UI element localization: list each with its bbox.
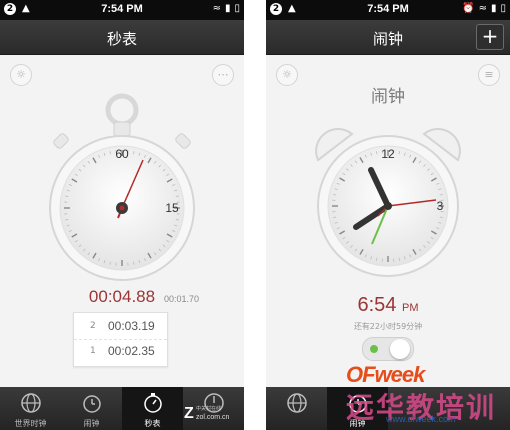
alarm-time-value: 6:54 bbox=[357, 294, 397, 316]
lap-time: 00:03.19 bbox=[108, 319, 155, 333]
stopwatch-hub-center bbox=[119, 205, 125, 211]
sd-card-icon: ▮ bbox=[224, 3, 231, 14]
tab-label: 秒表 bbox=[144, 419, 161, 428]
stopwatch-ring bbox=[105, 93, 139, 127]
stopwatch-main-time: 00:04.88 bbox=[88, 287, 156, 306]
wifi-icon: ≈ bbox=[212, 3, 221, 14]
lap-time: 00:02.35 bbox=[108, 344, 155, 358]
title-bar: 闹钟 + bbox=[266, 20, 510, 55]
status-bar: 2 ▲ 7:54 PM ≈ ▮ ▯ bbox=[0, 0, 244, 20]
gear-icon[interactable]: ☼ bbox=[10, 64, 32, 86]
list-item: 2 00:03.19 bbox=[74, 315, 167, 340]
title-bar: 秒表 bbox=[0, 20, 244, 55]
page-title: 闹钟 bbox=[372, 30, 403, 48]
add-alarm-button[interactable]: + bbox=[476, 24, 504, 50]
alarm-clock-icon bbox=[61, 392, 122, 418]
tab-label: 世界时钟 bbox=[14, 419, 47, 428]
dial-label-top: 12 bbox=[381, 147, 395, 161]
status-time: 7:54 PM bbox=[101, 3, 143, 15]
toggle-indicator bbox=[370, 345, 378, 353]
tab-alarm[interactable]: 闹钟 bbox=[61, 387, 122, 430]
lap-index: 1 bbox=[90, 346, 96, 356]
tab-world-clock[interactable]: 世界时钟 bbox=[0, 387, 61, 430]
list-item: 1 00:02.35 bbox=[74, 340, 167, 364]
alarm-toggle[interactable] bbox=[362, 337, 414, 361]
tab-label: 闹钟 bbox=[83, 419, 100, 428]
tab-world-clock[interactable] bbox=[266, 387, 327, 430]
ofweek-watermark: OFweek bbox=[346, 362, 425, 387]
zol-logo: Z bbox=[184, 405, 194, 422]
stopwatch-right-button bbox=[175, 133, 191, 149]
alarm-clock-dial[interactable]: 12 3 bbox=[308, 120, 468, 280]
toggle-knob bbox=[390, 339, 410, 359]
alarm-time-period: PM bbox=[402, 302, 419, 314]
stopwatch-left-button bbox=[53, 133, 69, 149]
tab-stopwatch[interactable]: 秒表 bbox=[122, 387, 183, 430]
battery-icon: ▯ bbox=[500, 3, 506, 14]
lap-list: 2 00:03.19 1 00:02.35 bbox=[73, 312, 168, 367]
alarm-status-icon: ⏰ bbox=[462, 3, 475, 14]
wifi-icon: ≈ bbox=[478, 3, 487, 14]
zol-watermark-top: 中关村在线 bbox=[196, 406, 222, 412]
more-icon[interactable]: ⋯ bbox=[212, 64, 234, 86]
stopwatch-crown bbox=[113, 121, 131, 137]
dial-label-right: 15 bbox=[165, 201, 179, 215]
battery-icon: ▯ bbox=[234, 3, 240, 14]
alarm-time: 6:54 PM bbox=[266, 294, 510, 317]
stopwatch-icon bbox=[122, 392, 183, 418]
globe-icon bbox=[266, 392, 327, 418]
sd-card-icon: ▮ bbox=[490, 3, 497, 14]
dial-label-right: 3 bbox=[437, 199, 444, 213]
alarm-heading: 闹钟 bbox=[371, 87, 405, 107]
stopwatch-dial[interactable]: 60 15 bbox=[42, 92, 202, 282]
globe-icon bbox=[0, 392, 61, 418]
ofweek-url-watermark: www.ofweek.com bbox=[386, 414, 456, 424]
alarm-remaining: 还有22小时59分钟 bbox=[353, 322, 423, 331]
dial-label-top: 60 bbox=[115, 147, 129, 161]
stopwatch-split-time: 00:01.70 bbox=[164, 294, 200, 304]
page-title: 秒表 bbox=[106, 30, 137, 48]
stopwatch-screen: 2 ▲ 7:54 PM ≈ ▮ ▯ 秒表 ☼ ⋯ 60 15 00:04.88 … bbox=[0, 0, 244, 430]
zol-watermark-bottom: zol.com.cn bbox=[196, 414, 230, 421]
alarm-hub bbox=[384, 202, 392, 210]
alarm-screen: 2 ▲ 7:54 PM ⏰ ≈ ▮ ▯ 闹钟 + ☼ ≡ 闹钟 12 3 6:5… bbox=[266, 0, 510, 430]
lap-index: 2 bbox=[90, 321, 96, 331]
zol-watermark: Z 中关村在线 zol.com.cn bbox=[184, 403, 229, 425]
status-bar: 2 ▲ 7:54 PM ⏰ ≈ ▮ ▯ bbox=[266, 0, 510, 20]
